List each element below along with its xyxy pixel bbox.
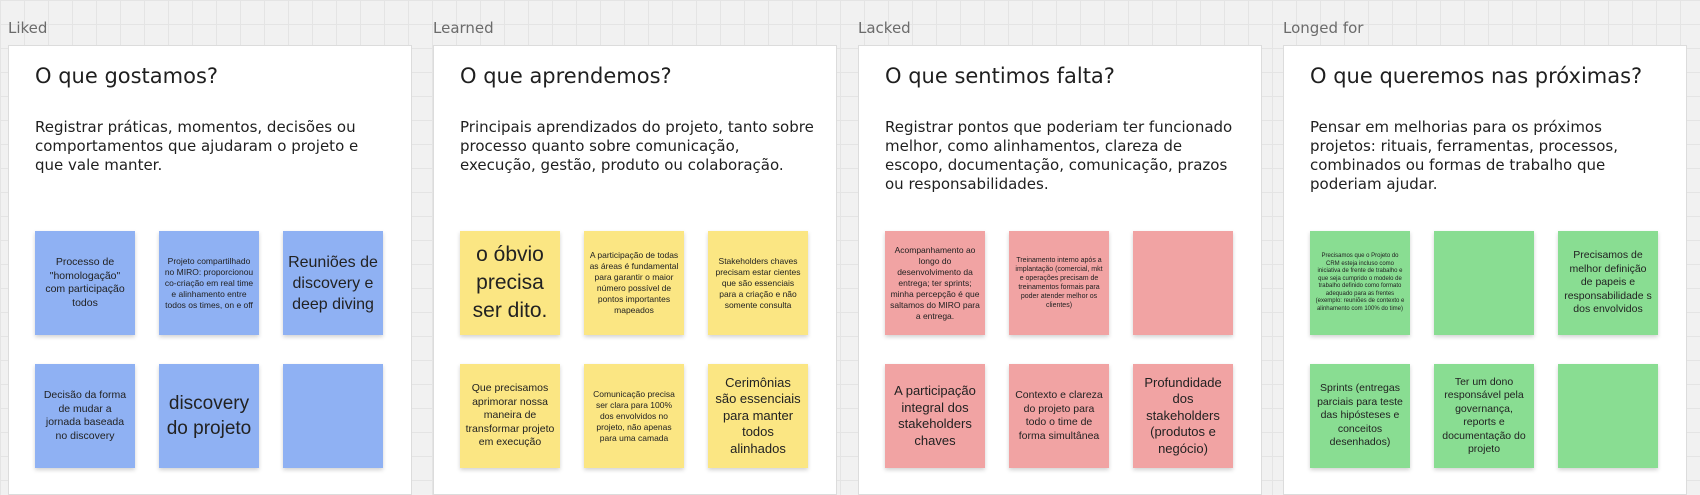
- sticky-note[interactable]: A participação de todas as áreas é funda…: [584, 231, 684, 335]
- sticky-note[interactable]: Contexto e clareza do projeto para todo …: [1009, 364, 1109, 468]
- sticky-note[interactable]: Processo de "homologação" com participaç…: [35, 231, 135, 335]
- sticky-note-empty[interactable]: [1133, 231, 1233, 335]
- frame-description[interactable]: Registrar práticas, momentos, decisões o…: [35, 118, 391, 175]
- frame-liked[interactable]: O que gostamos? Registrar práticas, mome…: [8, 45, 412, 495]
- frame-description[interactable]: Pensar em melhorias para os próximos pro…: [1310, 118, 1666, 194]
- sticky-note[interactable]: Acompanhamento ao longo do desenvolvimen…: [885, 231, 985, 335]
- sticky-note[interactable]: discovery do projeto: [159, 364, 259, 468]
- sticky-note[interactable]: Treinamento interno após a implantação (…: [1009, 231, 1109, 335]
- column-label-learned: Learned: [433, 19, 494, 37]
- frame-description[interactable]: Principais aprendizados do projeto, tant…: [460, 118, 816, 175]
- frame-lacked[interactable]: O que sentimos falta? Registrar pontos q…: [858, 45, 1262, 495]
- frame-title[interactable]: O que gostamos?: [35, 64, 218, 88]
- sticky-note[interactable]: Comunicação precisa ser clara para 100% …: [584, 364, 684, 468]
- sticky-note[interactable]: Ter um dono responsável pela governança,…: [1434, 364, 1534, 468]
- frame-title[interactable]: O que aprendemos?: [460, 64, 672, 88]
- sticky-note[interactable]: Projeto compartilhado no MIRO: proporcio…: [159, 231, 259, 335]
- sticky-note[interactable]: Precisamos de melhor definição de papeis…: [1558, 231, 1658, 335]
- frame-learned[interactable]: O que aprendemos? Principais aprendizado…: [433, 45, 837, 495]
- sticky-note[interactable]: Que precisamos aprimorar nossa maneira d…: [460, 364, 560, 468]
- sticky-note[interactable]: Profundidade dos stakeholders (produtos …: [1133, 364, 1233, 468]
- sticky-note[interactable]: o óbvio precisa ser dito.: [460, 231, 560, 335]
- sticky-note[interactable]: Decisão da forma de mudar a jornada base…: [35, 364, 135, 468]
- frame-title[interactable]: O que sentimos falta?: [885, 64, 1115, 88]
- sticky-note-empty[interactable]: [1558, 364, 1658, 468]
- sticky-note-empty[interactable]: [1434, 231, 1534, 335]
- sticky-note[interactable]: A participação integral dos stakeholders…: [885, 364, 985, 468]
- frame-longed-for[interactable]: O que queremos nas próximas? Pensar em m…: [1283, 45, 1687, 495]
- frame-title[interactable]: O que queremos nas próximas?: [1310, 64, 1642, 88]
- column-label-lacked: Lacked: [858, 19, 911, 37]
- sticky-note[interactable]: Stakeholders chaves precisam estar cient…: [708, 231, 808, 335]
- sticky-note[interactable]: Precisamos que o Projeto do CRM esteja i…: [1310, 231, 1410, 335]
- sticky-note[interactable]: Reuniões de discovery e deep diving: [283, 231, 383, 335]
- sticky-note[interactable]: Sprints (entregas parciais para teste da…: [1310, 364, 1410, 468]
- column-label-longed-for: Longed for: [1283, 19, 1364, 37]
- sticky-note[interactable]: Cerimônias são essenciais para manter to…: [708, 364, 808, 468]
- frame-description[interactable]: Registrar pontos que poderiam ter funcio…: [885, 118, 1241, 194]
- column-label-liked: Liked: [8, 19, 48, 37]
- sticky-note-empty[interactable]: [283, 364, 383, 468]
